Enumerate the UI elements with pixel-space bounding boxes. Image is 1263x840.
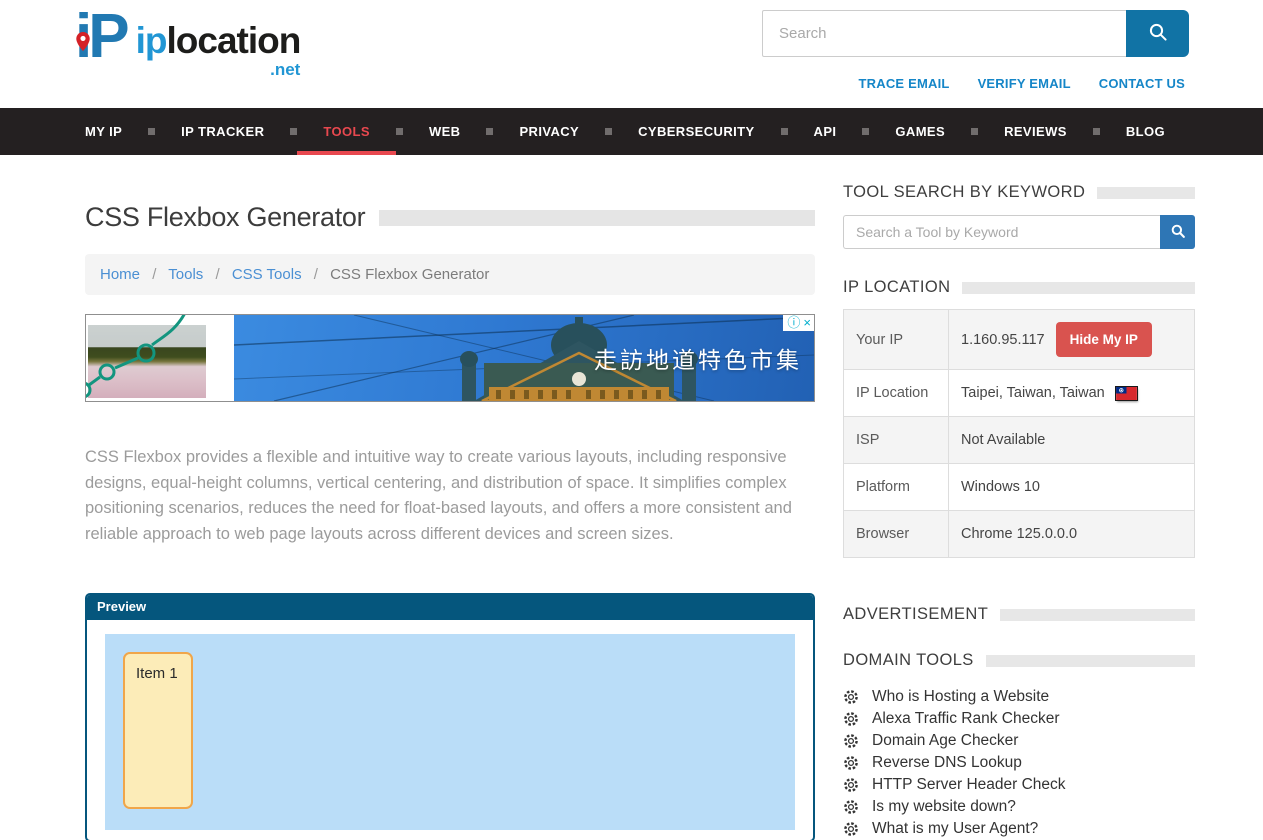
list-item: Domain Age Checker (843, 730, 1195, 752)
breadcrumb-separator: / (215, 266, 219, 283)
gear-icon (843, 777, 859, 793)
list-item: Who is Hosting a Website (843, 686, 1195, 708)
heading-decor-bar (986, 655, 1195, 667)
table-row: ISP Not Available (844, 417, 1194, 464)
sidebar: TOOL SEARCH BY KEYWORD IP LOCATION Your … (843, 155, 1195, 840)
browser-value: Chrome 125.0.0.0 (961, 526, 1077, 542)
ip-location-heading: IP LOCATION (843, 278, 1195, 297)
nav-item-ip-tracker: IP TRACKER (155, 108, 297, 155)
main-column: CSS Flexbox Generator Home / Tools / CSS… (85, 155, 815, 840)
ip-info-table: Your IP 1.160.95.117 Hide My IP IP Locat… (843, 309, 1195, 558)
page-title: CSS Flexbox Generator (85, 202, 365, 233)
gear-icon (843, 733, 859, 749)
heading-decor-bar (962, 282, 1195, 294)
ad-route-graphic (86, 315, 208, 401)
flexbox-preview-container: Item 1 (105, 634, 795, 830)
table-row: Your IP 1.160.95.117 Hide My IP (844, 310, 1194, 370)
breadcrumb-separator: / (152, 266, 156, 283)
site-search (762, 10, 1189, 57)
ad-info-icon[interactable]: ⓘ (787, 315, 800, 330)
nav-item-my-ip: MY IP (85, 108, 155, 155)
nav-item-games: GAMES (869, 108, 978, 155)
domain-tools-list: Who is Hosting a Website Alexa Traffic R… (843, 686, 1195, 840)
breadcrumb-tools[interactable]: Tools (168, 266, 203, 283)
table-row: Platform Windows 10 (844, 464, 1194, 511)
site-logo[interactable]: iP iplocation .net (75, 8, 300, 78)
nav-item-api: API (788, 108, 870, 155)
site-search-button[interactable] (1126, 10, 1189, 57)
your-ip-value: 1.160.95.117 (961, 332, 1045, 348)
ad-divider (208, 315, 234, 401)
domain-tools-heading: DOMAIN TOOLS (843, 651, 1195, 670)
list-item: HTTP Server Header Check (843, 774, 1195, 796)
heading-decor-bar (1097, 187, 1195, 199)
nav-item-privacy: PRIVACY (493, 108, 612, 155)
logo-wordmark: iplocation .net (136, 22, 301, 78)
ad-banner[interactable]: 走訪地道特色市集 ⓘ × (85, 314, 815, 402)
list-item: Alexa Traffic Rank Checker (843, 708, 1195, 730)
location-pin-icon (76, 2, 90, 61)
ad-close-icon[interactable]: × (803, 315, 811, 330)
ip-location-value: Taipei, Taiwan, Taiwan (961, 385, 1105, 401)
breadcrumb: Home / Tools / CSS Tools / CSS Flexbox G… (85, 254, 815, 295)
gear-icon (843, 755, 859, 771)
breadcrumb-current: CSS Flexbox Generator (330, 266, 489, 283)
search-icon (1146, 20, 1170, 47)
gear-icon (843, 799, 859, 815)
title-decor-bar (379, 210, 815, 226)
ad-caption: 走訪地道特色市集 (594, 341, 802, 375)
gear-icon (843, 711, 859, 727)
ad-image-landscape (86, 315, 208, 401)
trace-email-link[interactable]: TRACE EMAIL (859, 76, 950, 91)
breadcrumb-home[interactable]: Home (100, 266, 140, 283)
advertisement-heading: ADVERTISEMENT (843, 605, 1195, 624)
nav-item-tools: TOOLS (297, 108, 403, 155)
main-navigation: MY IP IP TRACKER TOOLS WEB PRIVACY CYBER… (0, 108, 1263, 155)
nav-item-cybersecurity: CYBERSECURITY (612, 108, 787, 155)
table-row: IP Location Taipei, Taiwan, Taiwan (844, 370, 1194, 417)
search-icon (1169, 222, 1187, 243)
hide-my-ip-button[interactable]: Hide My IP (1056, 322, 1152, 357)
tool-search-input[interactable] (843, 215, 1160, 249)
tool-description: CSS Flexbox provides a flexible and intu… (85, 445, 815, 547)
verify-email-link[interactable]: VERIFY EMAIL (978, 76, 1071, 91)
breadcrumb-separator: / (314, 266, 318, 283)
header-quick-links: TRACE EMAIL VERIFY EMAIL CONTACT US (859, 76, 1185, 91)
tool-search-heading: TOOL SEARCH BY KEYWORD (843, 183, 1195, 202)
nav-item-reviews: REVIEWS (978, 108, 1100, 155)
flexbox-preview-item: Item 1 (123, 652, 193, 809)
heading-decor-bar (1000, 609, 1195, 621)
isp-value: Not Available (961, 432, 1045, 448)
gear-icon (843, 821, 859, 837)
site-search-input[interactable] (762, 10, 1126, 57)
breadcrumb-css-tools[interactable]: CSS Tools (232, 266, 302, 283)
ad-choices: ⓘ × (783, 315, 814, 331)
tool-search-button[interactable] (1160, 215, 1195, 249)
nav-item-web: WEB (403, 108, 494, 155)
list-item: Is my website down? (843, 796, 1195, 818)
list-item: Reverse DNS Lookup (843, 752, 1195, 774)
platform-value: Windows 10 (961, 479, 1040, 495)
taiwan-flag-icon (1116, 387, 1137, 400)
ad-image-building: 走訪地道特色市集 ⓘ × (234, 315, 814, 401)
contact-us-link[interactable]: CONTACT US (1099, 76, 1185, 91)
site-header: iP iplocation .net TRACE EMAIL VERIFY EM… (0, 0, 1263, 108)
preview-panel: Preview Item 1 (85, 593, 815, 840)
list-item: What is my User Agent? (843, 818, 1195, 840)
content-area: CSS Flexbox Generator Home / Tools / CSS… (0, 155, 1263, 840)
table-row: Browser Chrome 125.0.0.0 (844, 511, 1194, 557)
nav-item-blog: BLOG (1100, 108, 1191, 155)
logo-monogram: iP (75, 8, 136, 67)
preview-panel-title: Preview (87, 595, 813, 620)
gear-icon (843, 689, 859, 705)
